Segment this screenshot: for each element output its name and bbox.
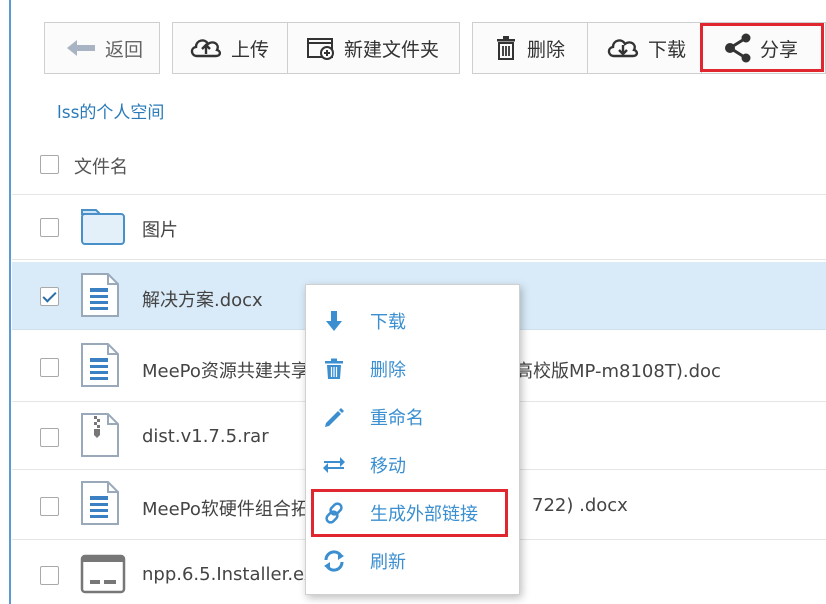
delete-label: 删除 — [527, 38, 566, 61]
row-checkbox[interactable] — [40, 287, 59, 306]
archive-icon — [80, 412, 120, 462]
trash-icon — [493, 35, 519, 61]
menu-item-refresh[interactable]: 刷新 — [306, 537, 519, 585]
menu-item-label: 刷新 — [370, 552, 406, 573]
file-list-header: 文件名 — [12, 134, 826, 195]
move-arrows-icon — [322, 453, 346, 477]
breadcrumb[interactable]: lss的个人空间 — [57, 98, 164, 123]
menu-item-label: 移动 — [370, 456, 406, 477]
file-name[interactable]: 解决方案.docx — [142, 286, 263, 312]
new-folder-button[interactable]: 新建文件夹 — [288, 22, 460, 74]
context-menu: 下载 删除 重命名 移动 生成外部链接 刷新 — [305, 284, 520, 595]
file-name[interactable]: MeePo软硬件组合拓 — [142, 495, 309, 521]
installer-icon — [80, 554, 126, 598]
menu-item-rename[interactable]: 重命名 — [306, 393, 519, 441]
back-label: 返回 — [105, 38, 144, 61]
share-highlight-box — [700, 23, 824, 72]
menu-item-move[interactable]: 移动 — [306, 441, 519, 489]
table-row[interactable]: 图片 — [12, 194, 826, 260]
menu-item-download[interactable]: 下载 — [306, 297, 519, 345]
refresh-icon — [322, 549, 346, 573]
cloud-download-icon — [606, 36, 640, 60]
file-name[interactable]: 图片 — [142, 216, 178, 242]
file-name-tail[interactable]: 高校版MP-m8108T).doc — [515, 357, 721, 383]
row-checkbox[interactable] — [40, 218, 59, 237]
back-button[interactable]: 返回 — [44, 22, 160, 74]
file-name[interactable]: npp.6.5.Installer.ex — [142, 564, 314, 585]
menu-item-delete[interactable]: 删除 — [306, 345, 519, 393]
window-left-edge — [0, 0, 11, 604]
file-name[interactable]: MeePo资源共建共享 — [142, 357, 309, 383]
select-all-checkbox[interactable] — [40, 155, 59, 174]
folder-icon — [80, 206, 126, 250]
trash-icon — [322, 357, 346, 381]
new-folder-label: 新建文件夹 — [344, 38, 440, 61]
file-name[interactable]: dist.v1.7.5.rar — [142, 426, 269, 447]
download-button[interactable]: 下载 — [588, 22, 702, 74]
download-arrow-icon — [322, 309, 346, 333]
row-checkbox[interactable] — [40, 497, 59, 516]
new-folder-icon — [306, 36, 336, 60]
upload-button[interactable]: 上传 — [172, 22, 288, 74]
arrow-left-icon — [65, 38, 97, 58]
pencil-icon — [322, 405, 346, 429]
column-header-filename[interactable]: 文件名 — [74, 153, 128, 179]
document-icon — [80, 342, 120, 392]
document-icon — [80, 480, 120, 530]
delete-button[interactable]: 删除 — [472, 22, 588, 74]
document-icon — [80, 272, 120, 322]
menu-item-label: 重命名 — [370, 408, 424, 429]
cloud-upload-icon — [189, 36, 223, 60]
external-link-highlight-box — [311, 489, 508, 537]
row-checkbox[interactable] — [40, 566, 59, 585]
row-checkbox[interactable] — [40, 428, 59, 447]
download-label: 下载 — [648, 38, 687, 61]
menu-item-label: 删除 — [370, 360, 406, 381]
menu-item-label: 下载 — [370, 312, 406, 333]
upload-label: 上传 — [231, 38, 270, 61]
file-name-tail[interactable]: 722) .docx — [532, 495, 628, 516]
row-checkbox[interactable] — [40, 358, 59, 377]
